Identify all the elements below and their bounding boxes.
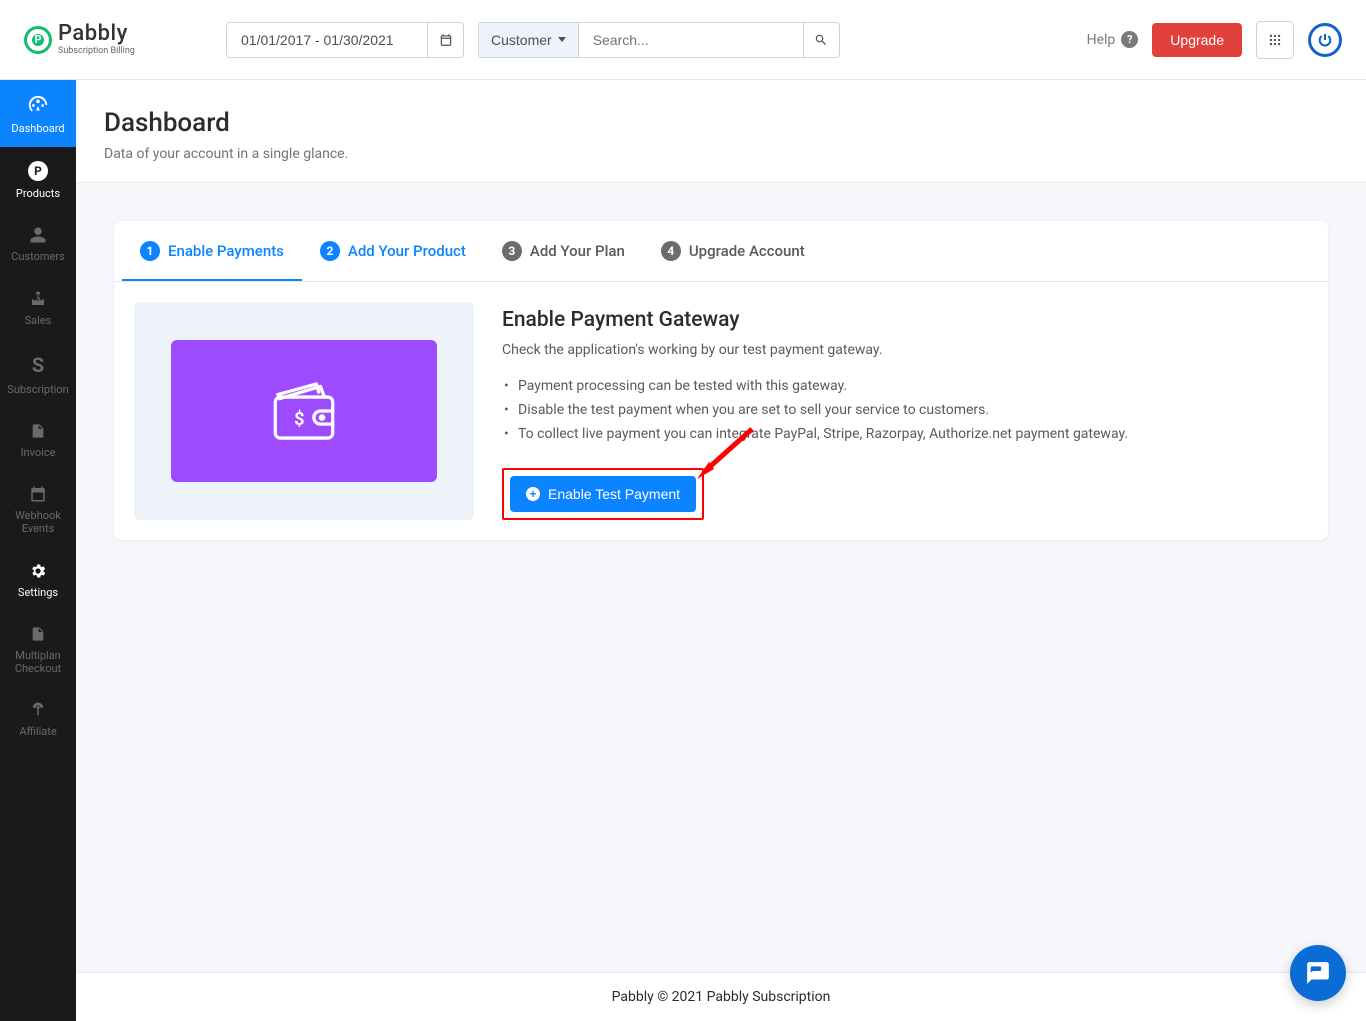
svg-text:$: $ [294,409,304,430]
gateway-title: Enable Payment Gateway [502,308,1308,332]
tab-upgrade-account[interactable]: 4 Upgrade Account [643,221,823,281]
upgrade-button[interactable]: Upgrade [1152,23,1242,57]
sidebar-item-sales[interactable]: Sales [0,276,76,339]
hand-dollar-icon [29,290,47,308]
wallet-icon: $ [263,374,345,448]
gateway-info: Enable Payment Gateway Check the applica… [502,302,1308,520]
sidebar-item-invoice[interactable]: Invoice [0,408,76,471]
page-subtitle: Data of your account in a single glance. [104,146,1338,162]
plus-circle-icon: + [526,487,540,501]
top-right-controls: Help ? Upgrade [1087,21,1342,59]
gateway-description: Check the application's working by our t… [502,342,1308,358]
search-button[interactable] [803,23,839,57]
step-number: 4 [661,241,681,261]
enable-test-payment-button[interactable]: + Enable Test Payment [510,476,696,512]
calendar-icon [439,33,453,47]
search-input[interactable] [579,23,803,57]
sidebar-item-affiliate[interactable]: Affiliate [0,687,76,750]
footer-text: Pabbly © 2021 Pabbly Subscription [612,989,831,1005]
footer: Pabbly © 2021 Pabbly Subscription [76,972,1366,1021]
step-number: 3 [502,241,522,261]
tab-enable-payments[interactable]: 1 Enable Payments [122,221,302,281]
step-number: 1 [140,241,160,261]
brand-logo[interactable]: Pabbly Subscription Billing [24,23,224,56]
letter-s-icon: S [32,353,44,377]
brand-icon [24,26,52,54]
calendar-icon [29,485,47,503]
list-item: To collect live payment you can integrat… [502,422,1308,446]
brand-name: Pabbly [58,23,135,45]
help-icon: ? [1121,31,1138,48]
document-icon [30,422,46,440]
broadcast-icon [29,701,47,719]
sidebar-item-customers[interactable]: Customers [0,212,76,275]
search-scope-dropdown[interactable]: Customer [479,23,579,57]
date-range-group [226,22,464,58]
cta-highlight-box: + Enable Test Payment [502,468,704,520]
chat-widget-button[interactable] [1290,945,1346,1001]
page-title: Dashboard [104,108,1338,138]
gear-icon [29,562,47,580]
brand-tagline: Subscription Billing [58,47,135,56]
calendar-button[interactable] [427,23,463,57]
step-tabs: 1 Enable Payments 2 Add Your Product 3 A… [114,221,1328,282]
sidebar-item-webhook-events[interactable]: Webhook Events [0,471,76,547]
help-link[interactable]: Help ? [1087,31,1139,48]
document-icon [30,625,46,643]
sidebar-item-subscription[interactable]: S Subscription [0,339,76,408]
main-content: Dashboard Data of your account in a sing… [76,80,1366,1021]
wallet-illustration: $ [171,340,437,482]
apps-button[interactable] [1256,21,1294,59]
user-icon [29,226,47,244]
tab-add-product[interactable]: 2 Add Your Product [302,221,484,281]
sidebar-item-multiplan-checkout[interactable]: Multiplan Checkout [0,611,76,687]
list-item: Disable the test payment when you are se… [502,398,1308,422]
product-p-icon: P [28,161,48,181]
date-range-input[interactable] [227,23,427,57]
apps-grid-icon [1268,33,1282,47]
search-group: Customer [478,22,840,58]
top-bar: Pabbly Subscription Billing Customer Hel… [0,0,1366,80]
step-number: 2 [320,241,340,261]
chat-icon [1305,960,1331,986]
illustration-box: $ [134,302,474,520]
sidebar-item-settings[interactable]: Settings [0,548,76,611]
search-icon [814,33,828,47]
page-header: Dashboard Data of your account in a sing… [76,80,1366,183]
gateway-bullets: Payment processing can be tested with th… [502,374,1308,446]
power-button[interactable] [1308,23,1342,57]
gauge-icon [27,94,49,116]
tab-add-plan[interactable]: 3 Add Your Plan [484,221,643,281]
sidebar-item-dashboard[interactable]: Dashboard [0,80,76,147]
list-item: Payment processing can be tested with th… [502,374,1308,398]
sidebar: Dashboard P Products Customers Sales S S… [0,80,76,1021]
power-icon [1317,32,1333,48]
sidebar-item-products[interactable]: P Products [0,147,76,212]
onboarding-widget: 1 Enable Payments 2 Add Your Product 3 A… [114,221,1328,540]
